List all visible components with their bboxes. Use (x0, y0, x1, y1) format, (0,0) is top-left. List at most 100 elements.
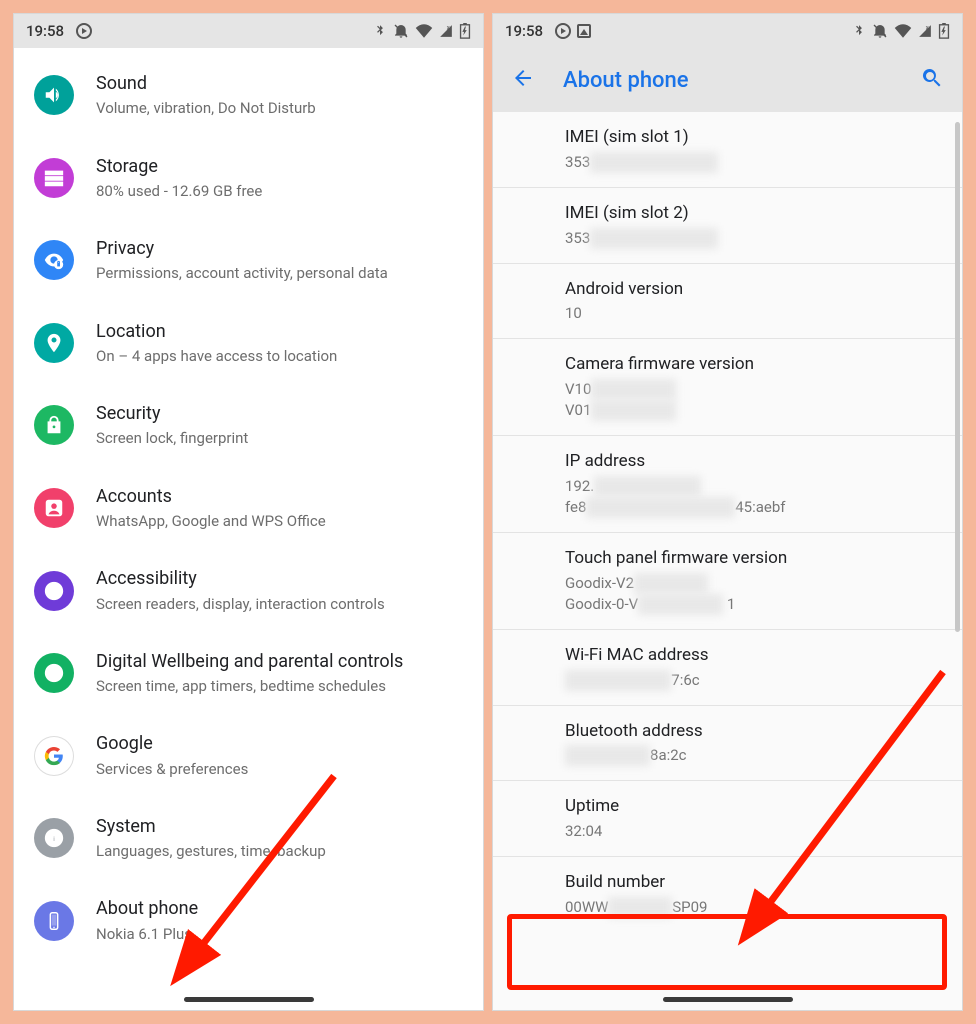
about-value: 353████████████ (565, 228, 962, 249)
about-title: Build number (565, 871, 962, 895)
setting-title: Digital Wellbeing and parental controls (96, 650, 403, 674)
about-value: 353████████████ (565, 152, 962, 173)
setting-title: Sound (96, 72, 316, 96)
setting-text: Security Screen lock, fingerprint (96, 402, 248, 449)
about-row: Wi-Fi MAC address ██████████7:6c (493, 630, 962, 706)
setting-title: Accessibility (96, 567, 385, 591)
wellbeing-icon (34, 653, 74, 693)
back-button[interactable] (511, 66, 535, 94)
about-title: Touch panel firmware version (565, 547, 962, 571)
signal-icon: x (439, 24, 453, 38)
system-icons: x (852, 23, 950, 39)
setting-subtitle: Services & preferences (96, 759, 248, 779)
comparison-stage: 19:58 x Sound Volume, vibration, Do Not … (0, 0, 976, 1024)
bluetooth-icon (373, 24, 387, 38)
nav-bar[interactable] (184, 997, 314, 1002)
about-value: ██████████7:6c (565, 670, 962, 691)
setting-title: Privacy (96, 237, 388, 261)
setting-subtitle: Screen time, app timers, bedtime schedul… (96, 676, 403, 696)
setting-title: Accounts (96, 485, 326, 509)
setting-text: Storage 80% used - 12.69 GB free (96, 155, 262, 202)
setting-row-about[interactable]: About phone Nokia 6.1 Plus (14, 879, 483, 962)
about-title: IMEI (sim slot 2) (565, 202, 962, 226)
setting-text: Accounts WhatsApp, Google and WPS Office (96, 485, 326, 532)
about-row[interactable]: Build number 00WW██████SP09 (493, 857, 962, 932)
about-title: Bluetooth address (565, 720, 962, 744)
setting-row-access[interactable]: Accessibility Screen readers, display, i… (14, 549, 483, 632)
about-row: Uptime 32:04 (493, 781, 962, 857)
search-button[interactable] (920, 66, 944, 94)
security-icon (34, 405, 74, 445)
media-icon (555, 23, 571, 39)
setting-title: About phone (96, 897, 198, 921)
setting-row-google[interactable]: Google Services & preferences (14, 714, 483, 797)
about-title: Android version (565, 278, 962, 302)
scrollbar[interactable] (955, 122, 960, 632)
storage-icon (34, 158, 74, 198)
location-icon (34, 323, 74, 363)
setting-row-system[interactable]: System Languages, gestures, time, backup (14, 797, 483, 880)
about-title: Camera firmware version (565, 353, 962, 377)
setting-subtitle: Permissions, account activity, personal … (96, 263, 388, 283)
about-row: IMEI (sim slot 2) 353████████████ (493, 188, 962, 264)
setting-row-wellbeing[interactable]: Digital Wellbeing and parental controls … (14, 632, 483, 715)
signal-icon: x (918, 24, 932, 38)
setting-title: Storage (96, 155, 262, 179)
screenshot-icon (577, 24, 591, 38)
setting-subtitle: Screen readers, display, interaction con… (96, 594, 385, 614)
about-value: 10 (565, 303, 962, 324)
about-value: 00WW██████SP09 (565, 897, 962, 918)
setting-text: Sound Volume, vibration, Do Not Disturb (96, 72, 316, 119)
about-value: Goodix-V2███████Goodix-0-V████████ 1 (565, 573, 962, 615)
wifi-icon (415, 24, 433, 38)
about-row: Camera firmware version V10████████V01██… (493, 339, 962, 436)
dnd-icon (393, 23, 409, 39)
clock: 19:58 (505, 22, 543, 40)
google-icon (34, 736, 74, 776)
about-value: 32:04 (565, 821, 962, 842)
about-row: Bluetooth address ████████8a:2c (493, 706, 962, 782)
system-icon (34, 818, 74, 858)
setting-row-sound[interactable]: Sound Volume, vibration, Do Not Disturb (14, 54, 483, 137)
status-bar: 19:58 x (493, 14, 962, 48)
setting-subtitle: Languages, gestures, time, backup (96, 841, 326, 861)
about-title: Wi-Fi MAC address (565, 644, 962, 668)
about-row: IMEI (sim slot 1) 353████████████ (493, 112, 962, 188)
setting-text: Google Services & preferences (96, 732, 248, 779)
setting-title: System (96, 815, 326, 839)
setting-text: System Languages, gestures, time, backup (96, 815, 326, 862)
setting-row-storage[interactable]: Storage 80% used - 12.69 GB free (14, 137, 483, 220)
setting-row-location[interactable]: Location On – 4 apps have access to loca… (14, 302, 483, 385)
setting-title: Location (96, 320, 337, 344)
setting-subtitle: WhatsApp, Google and WPS Office (96, 511, 326, 531)
setting-text: Accessibility Screen readers, display, i… (96, 567, 385, 614)
accounts-icon (34, 488, 74, 528)
page-title: About phone (563, 68, 920, 93)
setting-text: Privacy Permissions, account activity, p… (96, 237, 388, 284)
about-title: Uptime (565, 795, 962, 819)
about-title: IP address (565, 450, 962, 474)
media-icon (76, 23, 92, 39)
setting-subtitle: Volume, vibration, Do Not Disturb (96, 98, 316, 118)
settings-list[interactable]: Sound Volume, vibration, Do Not Disturb … (14, 48, 483, 962)
about-row: IP address 192.██████████fe8████████████… (493, 436, 962, 533)
privacy-icon (34, 240, 74, 280)
setting-subtitle: 80% used - 12.69 GB free (96, 181, 262, 201)
about-title: IMEI (sim slot 1) (565, 126, 962, 150)
setting-text: Digital Wellbeing and parental controls … (96, 650, 403, 697)
nav-bar[interactable] (663, 997, 793, 1002)
setting-row-security[interactable]: Security Screen lock, fingerprint (14, 384, 483, 467)
dnd-icon (872, 23, 888, 39)
status-bar: 19:58 x (14, 14, 483, 48)
battery-icon (459, 23, 471, 39)
about-row: Touch panel firmware version Goodix-V2██… (493, 533, 962, 630)
app-bar: About phone (493, 48, 962, 112)
setting-row-privacy[interactable]: Privacy Permissions, account activity, p… (14, 219, 483, 302)
about-value: ████████8a:2c (565, 745, 962, 766)
about-value: V10████████V01████████ (565, 379, 962, 421)
setting-text: About phone Nokia 6.1 Plus (96, 897, 198, 944)
setting-row-accounts[interactable]: Accounts WhatsApp, Google and WPS Office (14, 467, 483, 550)
setting-subtitle: On – 4 apps have access to location (96, 346, 337, 366)
about-list[interactable]: IMEI (sim slot 1) 353████████████ IMEI (… (493, 112, 962, 932)
wifi-icon (894, 24, 912, 38)
